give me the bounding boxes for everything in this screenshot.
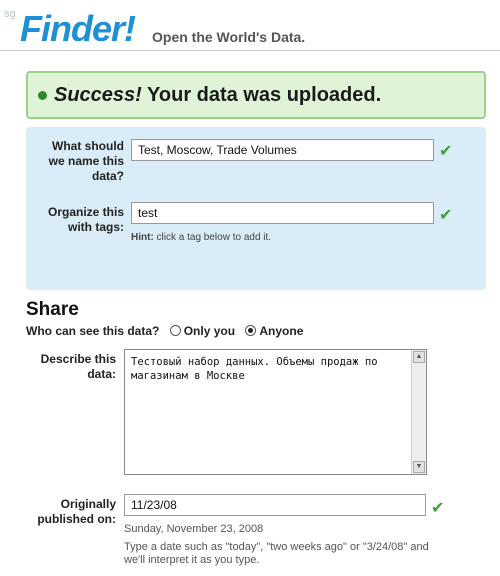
logo-mark: sg [4,8,16,20]
tags-input[interactable] [131,202,434,224]
check-icon: ✔ [439,207,453,224]
published-label: Originally published on: [37,497,116,526]
radio-only-you[interactable] [169,325,181,336]
success-message: Success! Your data was uploaded. [54,84,382,106]
tags-hint: Hint: click a tag below to add it. [131,232,272,243]
name-input[interactable] [131,139,434,161]
check-icon: ✔ [439,143,453,160]
logo[interactable]: Finder! [20,10,136,48]
arrow-down-icon[interactable]: ▼ [413,461,425,473]
radio-only-you-label[interactable]: Only you [184,324,235,338]
share-heading: Share [26,299,79,320]
visibility-row: Who can see this data? Only you Anyone [26,324,303,338]
published-date-input[interactable] [124,494,426,516]
header-divider [0,50,500,51]
parsed-date: Sunday, November 23, 2008 [124,523,264,535]
radio-anyone[interactable] [245,325,257,336]
tags-field-label: Organize this with tags: [47,205,124,234]
data-details-panel: What should we name this data? ✔ Organiz… [26,127,486,290]
name-field-label: What should we name this data? [48,139,124,183]
success-dot-icon [38,91,47,100]
arrow-up-icon[interactable]: ▲ [413,351,425,363]
radio-anyone-label[interactable]: Anyone [259,324,303,338]
date-help: Type a date such as "today", "two weeks … [124,541,429,566]
description-textarea[interactable]: Тестовый набор данных. Объемы продаж по … [124,349,427,475]
success-banner: Success! Your data was uploaded. [26,71,486,119]
tagline: Open the World's Data. [152,29,306,45]
description-label: Describe this data: [40,352,116,381]
visibility-question: Who can see this data? [26,324,160,338]
check-icon: ✔ [431,500,445,517]
description-scrollbar[interactable]: ▲ ▼ [411,350,426,474]
description-text[interactable]: Тестовый набор данных. Объемы продаж по … [131,355,401,383]
